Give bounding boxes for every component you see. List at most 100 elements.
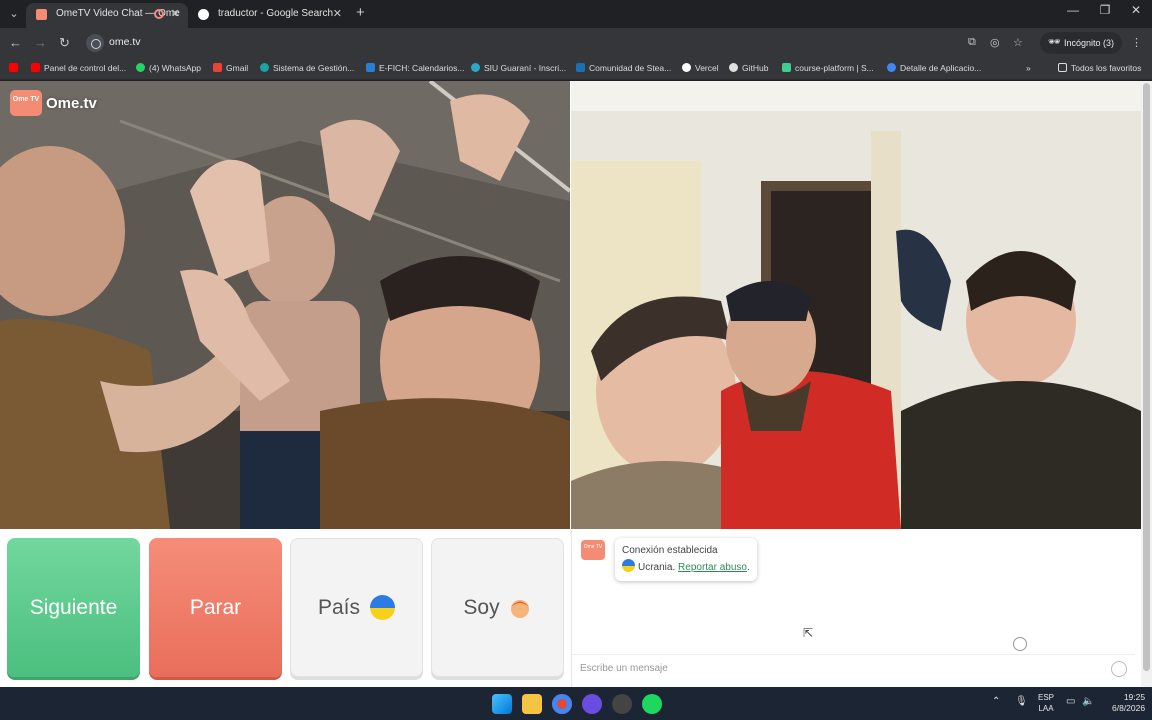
network-icon[interactable]: ▭ [1066, 696, 1075, 707]
whatsapp-icon [136, 63, 145, 72]
loading-circle-icon [1013, 637, 1027, 651]
chrome-icon [887, 63, 896, 72]
all-bookmarks-folder[interactable]: Todos los favoritos [1058, 63, 1141, 73]
back-arrow-icon[interactable]: ← [9, 35, 22, 50]
connection-status: Conexión establecida [622, 545, 718, 556]
mouse-cursor-icon: ⇱ [803, 626, 814, 640]
url-text: ome.tv [109, 36, 141, 48]
steam-icon [576, 63, 585, 72]
vercel-icon [682, 63, 691, 72]
kebab-menu-icon[interactable]: ⋮ [1131, 36, 1142, 49]
supabase-icon [782, 63, 791, 72]
ometv-chat-avatar-icon: Ome TV [581, 540, 605, 560]
site-info-icon[interactable] [86, 34, 104, 52]
ometv-badge: Ome TV [10, 90, 42, 116]
new-tab-icon[interactable]: + [356, 4, 365, 21]
chat-panel: Ome TV Conexión establecida Ucrania. Rep… [571, 530, 1141, 687]
close-tab-icon[interactable]: ✕ [171, 3, 180, 25]
recording-indicator-icon [154, 9, 164, 19]
tab-title: traductor - Google Search [218, 8, 334, 19]
youtube-icon [31, 63, 40, 72]
star-bookmark-icon[interactable]: ☆ [1013, 36, 1023, 49]
bookmark-item[interactable]: GitHub [729, 63, 768, 73]
obs-icon[interactable] [582, 694, 602, 714]
message-input[interactable]: Escribe un mensaje [572, 654, 1135, 681]
ukraine-flag-icon [622, 559, 635, 572]
next-label: Siguiente [29, 595, 118, 619]
country-label: País [317, 595, 361, 619]
bookmark-item[interactable]: Gmail [213, 63, 248, 73]
close-tab-icon[interactable]: ✕ [333, 3, 342, 25]
local-video-frame [571, 81, 1141, 529]
partner-country: Ucrania. [638, 562, 676, 573]
address-bar[interactable]: ome.tv [82, 32, 1032, 54]
bookmark-youtube[interactable] [9, 63, 22, 73]
efich-icon [366, 63, 375, 72]
minimize-icon[interactable]: — [1058, 3, 1088, 17]
incognito-label: Incógnito (3) [1064, 38, 1115, 48]
windows-taskbar: ⌃ 🎙 ESP LAA ▭ 🔈 19:25 6/8/2026 [0, 687, 1152, 720]
tab-strip: ⌄ OmeTV Video Chat — Ome ✕ traductor - G… [0, 0, 1152, 28]
gender-label: Soy [463, 595, 500, 619]
bookmarks-overflow-icon[interactable]: » [1026, 63, 1031, 73]
ukraine-flag-icon [370, 595, 396, 620]
stop-label: Parar [189, 595, 242, 619]
google-favicon-icon [198, 9, 209, 20]
forward-arrow-icon[interactable]: → [34, 35, 47, 50]
eye-off-icon[interactable]: ◎ [990, 36, 1000, 49]
youtube-icon [9, 63, 18, 72]
siu-icon [471, 63, 480, 72]
country-filter-button[interactable]: País [290, 538, 423, 677]
report-abuse-link[interactable]: Reportar abuso [678, 562, 747, 573]
taskbar-clock[interactable]: 19:25 6/8/2026 [1112, 692, 1145, 714]
bookmark-item[interactable]: course-platform | S... [782, 63, 874, 73]
folder-icon [1058, 63, 1067, 72]
ometv-wordmark: Ome.tv [46, 95, 97, 112]
report-suffix: . [746, 562, 750, 573]
boy-avatar-icon [508, 596, 532, 620]
stop-button[interactable]: Parar [149, 538, 282, 677]
tab-search-chevron-icon[interactable]: ⌄ [4, 4, 24, 24]
remote-video: Ome TV Ome.tv [0, 81, 570, 529]
remote-video-frame [0, 81, 570, 529]
bookmark-item[interactable]: E-FICH: Calendarios... [366, 63, 465, 73]
tray-chevron-icon[interactable]: ⌃ [992, 696, 1000, 707]
bookmark-item[interactable]: Panel de control del... [31, 63, 126, 73]
maximize-icon[interactable]: ❐ [1090, 3, 1120, 17]
start-icon[interactable] [492, 694, 512, 714]
scrollbar[interactable] [1141, 81, 1152, 687]
scrollbar-thumb[interactable] [1143, 83, 1150, 671]
gender-button[interactable]: Soy [431, 538, 564, 677]
chrome-taskbar-icon[interactable] [552, 694, 572, 714]
ometv-page: Ome TV Ome.tv Siguiente Parar País Soy O… [0, 81, 1152, 687]
local-video [571, 81, 1141, 529]
bookmark-item[interactable]: Sistema de Gestión... [260, 63, 354, 73]
system-message: Conexión establecida Ucrania. Reportar a… [615, 538, 757, 581]
bookmarks-bar: Panel de control del... (4) WhatsApp Gma… [0, 58, 1152, 80]
bookmark-item[interactable]: Comunidad de Stea... [576, 63, 671, 73]
microphone-icon[interactable]: 🎙 [1015, 696, 1028, 707]
next-button[interactable]: Siguiente [7, 538, 140, 677]
github-icon [729, 63, 738, 72]
emoji-icon[interactable] [1111, 661, 1127, 677]
language-indicator[interactable]: ESP LAA [1038, 692, 1054, 714]
globe-icon [260, 63, 269, 72]
bookmark-item[interactable]: Vercel [682, 63, 719, 73]
close-window-icon[interactable]: ✕ [1121, 3, 1151, 17]
incognito-icon: 🕶 [1048, 37, 1061, 48]
incognito-badge[interactable]: 🕶 Incógnito (3) [1040, 32, 1123, 54]
browser-toolbar: ← → ↻ ome.tv ⧉ ◎ ☆ 🕶 Incógnito (3) ⋮ [0, 28, 1152, 58]
github-desktop-icon[interactable] [612, 694, 632, 714]
tab-google-search[interactable]: traductor - Google Search ✕ [188, 3, 350, 28]
bookmark-item[interactable]: SIU Guaraní - Inscri... [471, 63, 566, 73]
spotify-icon[interactable] [642, 694, 662, 714]
bookmark-item[interactable]: Detalle de Aplicacio... [887, 63, 981, 73]
reload-icon[interactable]: ↻ [59, 35, 70, 51]
gmail-icon [213, 63, 222, 72]
tab-ometv[interactable]: OmeTV Video Chat — Ome ✕ [26, 3, 188, 28]
file-explorer-icon[interactable] [522, 694, 542, 714]
translate-icon[interactable]: ⧉ [968, 36, 976, 49]
bookmark-item[interactable]: (4) WhatsApp [136, 63, 201, 73]
ometv-favicon-icon [36, 9, 47, 20]
volume-icon[interactable]: 🔈 [1082, 696, 1094, 707]
